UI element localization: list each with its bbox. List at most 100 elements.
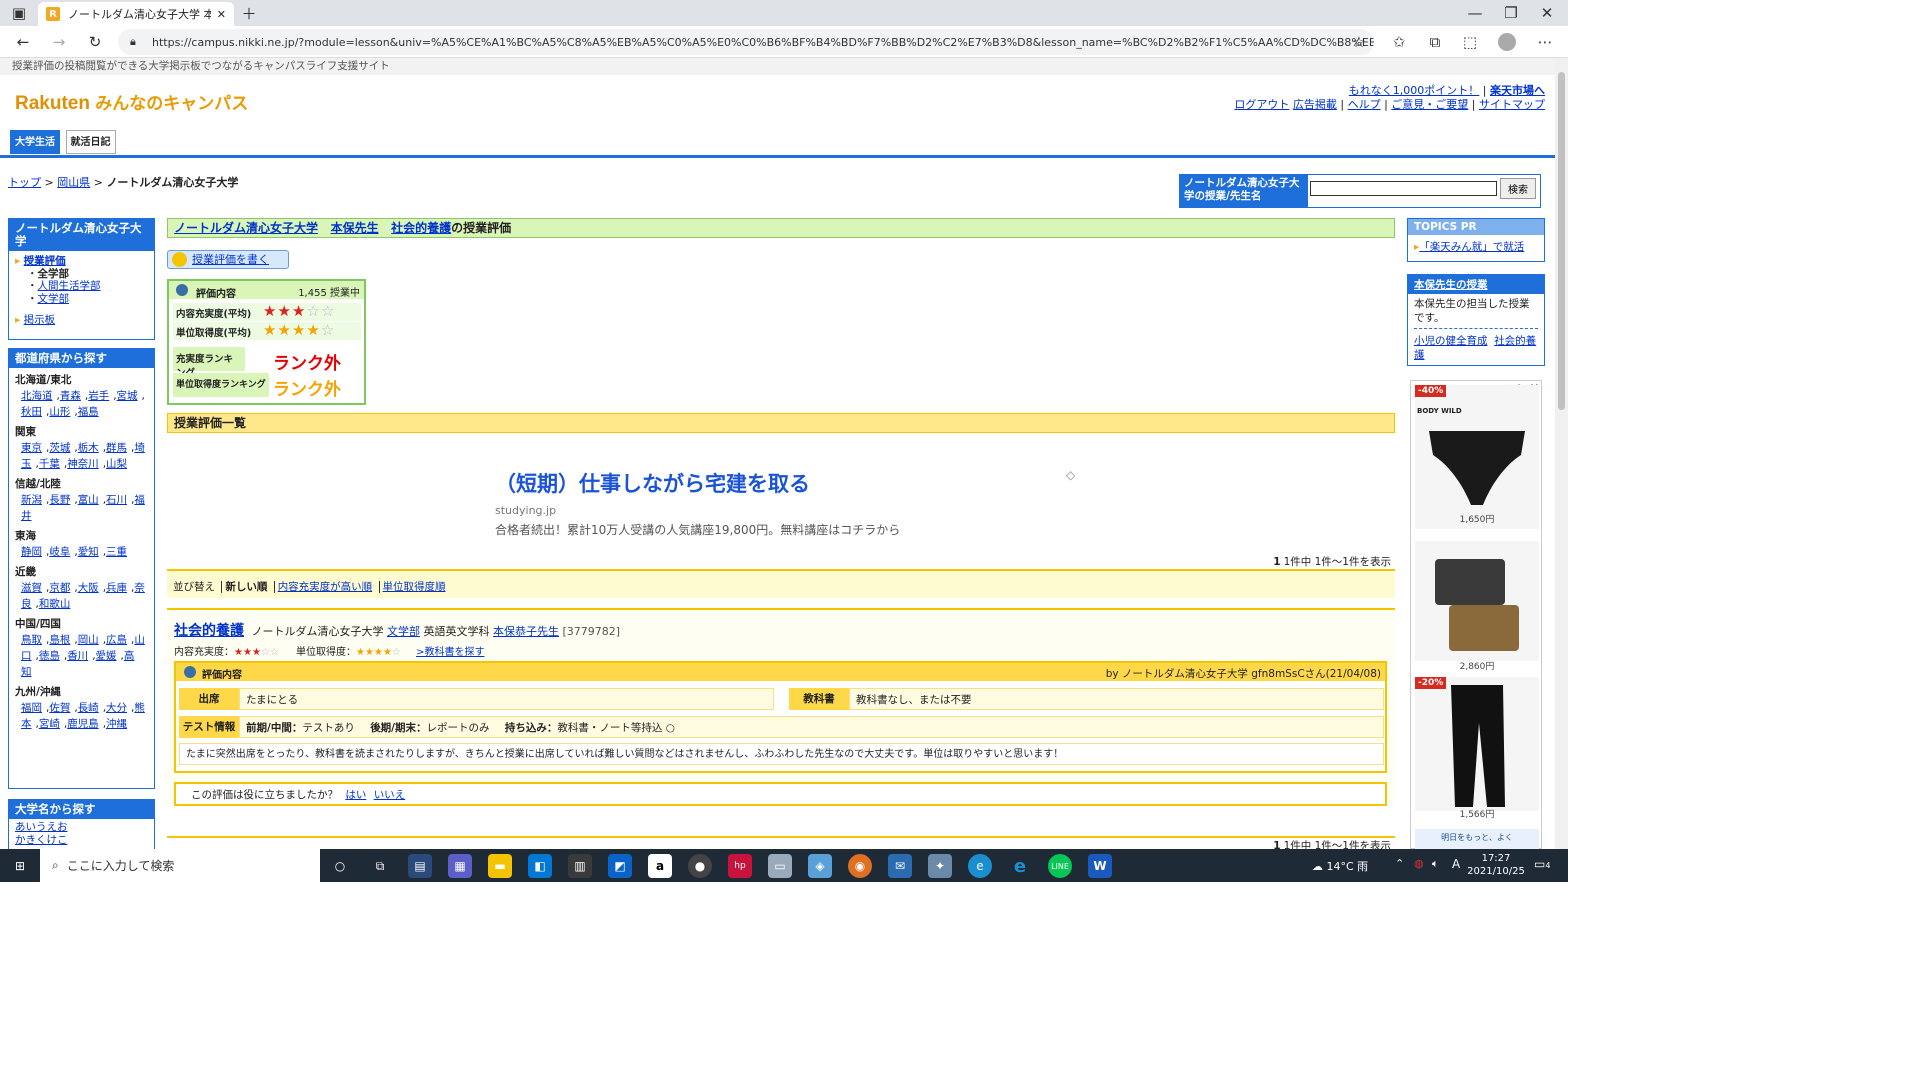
title-course-link[interactable]: 社会的養護 — [391, 221, 451, 235]
tab-campus-life[interactable]: 大学生活 — [10, 130, 60, 154]
ie-icon[interactable]: e — [1008, 854, 1032, 878]
taskbar-search[interactable]: ⌕ ここに入力して検索 — [40, 849, 320, 882]
ad-product-1[interactable]: -40% BODY WILD — [1415, 385, 1539, 529]
mail-icon[interactable]: ✉ — [888, 854, 912, 878]
topics-link[interactable]: 「楽天みん就」で就活 — [1419, 241, 1524, 253]
pref-link[interactable]: 和歌山 — [39, 598, 71, 610]
app-icon-2[interactable]: ▥ — [568, 854, 592, 878]
text-ad[interactable]: （短期）仕事しながら宅建を取る studying.jp 合格者続出！累計10万人… — [495, 468, 900, 538]
sort-credit[interactable]: 単位取得度順 — [383, 581, 446, 593]
help-link[interactable]: ヘルプ — [1348, 98, 1381, 111]
review-faculty-link[interactable]: 文学部 — [387, 625, 420, 638]
pref-link[interactable]: 岐阜 — [49, 546, 70, 558]
teams-icon[interactable]: ▦ — [448, 854, 472, 878]
pref-link[interactable]: 北海道 — [21, 390, 53, 402]
dept-link-lit[interactable]: 文学部 — [38, 293, 70, 305]
line-icon[interactable]: LINE — [1048, 854, 1072, 878]
ime-indicator[interactable]: A — [1452, 857, 1460, 871]
eval-link[interactable]: 授業評価 — [24, 255, 66, 267]
course-link-1[interactable]: 小児の健全育成 — [1414, 335, 1488, 347]
tray-app-icon[interactable]: ◍ — [1414, 857, 1424, 870]
tray-chevron-icon[interactable]: ⌃ — [1395, 857, 1404, 870]
collections-icon[interactable]: ⧉ — [1422, 29, 1448, 55]
pref-link[interactable]: 大分 — [106, 702, 127, 714]
write-review-button[interactable]: 授業評価を書く — [167, 250, 289, 269]
pref-link[interactable]: 三重 — [106, 546, 127, 558]
pref-link[interactable]: 茨城 — [49, 442, 70, 454]
scrollbar-thumb[interactable] — [1558, 72, 1565, 410]
pref-link[interactable]: 沖縄 — [106, 718, 127, 730]
pref-link[interactable]: 愛知 — [78, 546, 99, 558]
weather[interactable]: ☁︎ 14°C 雨 — [1312, 858, 1368, 874]
pref-link[interactable]: 長野 — [49, 494, 70, 506]
pref-link[interactable]: 福岡 — [21, 702, 42, 714]
review-teacher-link[interactable]: 本保恭子先生 — [493, 625, 559, 638]
ad-link[interactable]: 広告掲載 — [1293, 98, 1337, 111]
favorites-icon[interactable]: ✩ — [1386, 29, 1412, 55]
pref-link[interactable]: 徳島 — [39, 650, 60, 662]
review-course-link[interactable]: 社会的養護 — [174, 623, 244, 639]
pref-link[interactable]: 岡山 — [78, 634, 99, 646]
task-view-icon[interactable]: ⧉ — [368, 854, 392, 878]
favorite-star-icon[interactable]: ☆ — [1346, 29, 1372, 55]
edge-icon[interactable]: e — [968, 854, 992, 878]
teacher-courses-link[interactable]: 本保先生の授業 — [1414, 279, 1488, 291]
close-tab-icon[interactable]: ✕ — [217, 8, 226, 21]
app-icon-5[interactable]: ▭ — [768, 854, 792, 878]
tab-job-diary[interactable]: 就活日記 — [65, 130, 116, 154]
pref-link[interactable]: 宮城 — [117, 390, 138, 402]
url-field[interactable]: 🔒︎ https://campus.nikki.ne.jp/?module=le… — [118, 29, 1374, 55]
kana-link-ka[interactable]: かきくけこ — [15, 834, 68, 846]
app-icon-1[interactable]: ◧ — [528, 854, 552, 878]
refresh-icon[interactable]: ↻ — [82, 29, 108, 55]
pref-link[interactable]: 静岡 — [21, 546, 42, 558]
pref-link[interactable]: 山梨 — [106, 458, 127, 470]
back-icon[interactable]: ← — [10, 29, 36, 55]
pref-link[interactable]: 山形 — [49, 406, 70, 418]
profile-avatar[interactable] — [1494, 29, 1520, 55]
pref-link[interactable]: 富山 — [78, 494, 99, 506]
word-icon[interactable]: W — [1088, 854, 1112, 878]
windows-start-icon[interactable]: ⊞ — [8, 854, 32, 878]
pref-link[interactable]: 群馬 — [106, 442, 127, 454]
more-menu-icon[interactable]: ⋯ — [1532, 29, 1558, 55]
page-scrollbar[interactable] — [1555, 58, 1568, 849]
sitemap-link[interactable]: サイトマップ — [1479, 98, 1545, 111]
pref-link[interactable]: 香川 — [67, 650, 88, 662]
title-teacher-link[interactable]: 本保先生 — [331, 221, 379, 235]
pref-link[interactable]: 栃木 — [78, 442, 99, 454]
sort-content[interactable]: 内容充実度が高い順 — [278, 581, 373, 593]
pref-link[interactable]: 佐賀 — [49, 702, 70, 714]
display-ad[interactable]: ▷ ✕ -40% BODY WILD 1,650円 2,860円 -20% 1,… — [1410, 380, 1542, 849]
clock[interactable]: 17:27 2021/10/25 — [1466, 852, 1526, 878]
close-window-icon[interactable]: ✕ — [1534, 0, 1560, 26]
forward-icon[interactable]: → — [46, 29, 72, 55]
feedback-link[interactable]: ご意見・ご要望 — [1391, 98, 1468, 111]
store-icon[interactable]: ▤ — [408, 854, 432, 878]
app-icon-8[interactable]: ✦ — [928, 854, 952, 878]
pref-link[interactable]: 愛媛 — [96, 650, 117, 662]
ichiba-link[interactable]: 楽天市場へ — [1490, 84, 1545, 97]
amazon-icon[interactable]: a — [648, 854, 672, 878]
pref-link[interactable]: 京都 — [49, 582, 70, 594]
pref-link[interactable]: 岩手 — [88, 390, 109, 402]
new-tab-icon[interactable]: ＋ — [236, 0, 262, 26]
app-icon-6[interactable]: ◈ — [808, 854, 832, 878]
board-link[interactable]: 掲示板 — [24, 314, 56, 326]
pref-link[interactable]: 滋賀 — [21, 582, 42, 594]
hp-icon[interactable]: hp — [728, 854, 752, 878]
notification-icon[interactable]: ▭4 — [1534, 857, 1550, 871]
pref-link[interactable]: 石川 — [106, 494, 127, 506]
app-icon-4[interactable]: ● — [688, 854, 712, 878]
pref-link[interactable]: 鳥取 — [21, 634, 42, 646]
ad-product-2[interactable] — [1415, 541, 1539, 661]
app-icon-3[interactable]: ◩ — [608, 854, 632, 878]
pref-link[interactable]: 秋田 — [21, 406, 42, 418]
kana-link-a[interactable]: あいうえお — [15, 821, 68, 833]
minimize-icon[interactable]: — — [1462, 0, 1488, 26]
points-link[interactable]: もれなく1,000ポイント！ — [1349, 84, 1480, 97]
ad-title[interactable]: （短期）仕事しながら宅建を取る — [495, 468, 900, 498]
logout-link[interactable]: ログアウト — [1234, 98, 1289, 111]
pref-link[interactable]: 大阪 — [78, 582, 99, 594]
title-univ-link[interactable]: ノートルダム清心女子大学 — [174, 221, 318, 235]
